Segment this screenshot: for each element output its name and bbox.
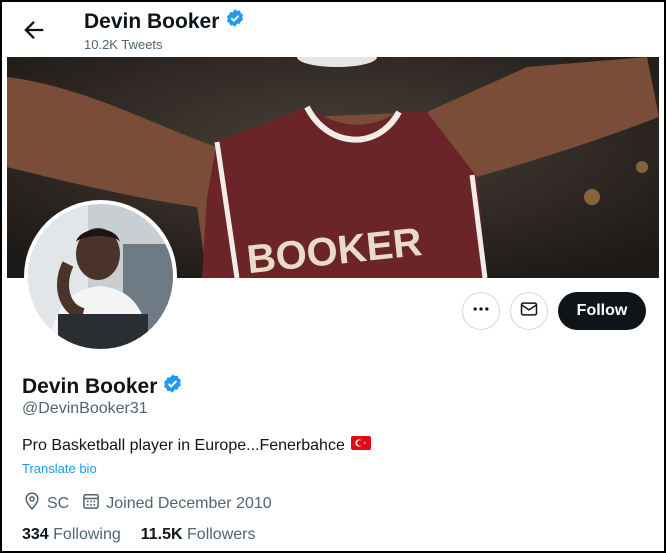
verified-badge-icon xyxy=(225,8,245,35)
profile-name: Devin Booker xyxy=(22,373,183,400)
location-text: SC xyxy=(47,494,70,512)
more-button[interactable] xyxy=(462,292,500,330)
envelope-icon xyxy=(519,299,539,324)
calendar-icon xyxy=(81,491,101,516)
turkey-flag-icon xyxy=(350,436,371,455)
followers-label: Followers xyxy=(187,526,256,543)
profile-header-bar: Devin Booker 10.2K Tweets xyxy=(2,2,664,57)
following-count: 334 xyxy=(22,526,49,543)
translate-bio-link[interactable]: Translate bio xyxy=(22,461,97,476)
avatar[interactable] xyxy=(28,204,173,349)
avatar-border xyxy=(24,200,177,353)
bio-text: Pro Basketball player in Europe...Fenerb… xyxy=(22,436,345,454)
profile-handle: @DevinBooker31 xyxy=(22,400,148,417)
following-link[interactable]: 334 Following xyxy=(22,526,121,544)
profile-bio: Pro Basketball player in Europe...Fenerb… xyxy=(22,436,371,455)
follow-button[interactable]: Follow xyxy=(558,292,646,330)
profile-name-text: Devin Booker xyxy=(22,374,158,398)
header-name: Devin Booker xyxy=(84,9,220,33)
followers-link[interactable]: 11.5K Followers xyxy=(141,526,256,544)
location-pin-icon xyxy=(22,491,42,516)
followers-count: 11.5K xyxy=(140,526,183,543)
follow-stats: 334 Following 11.5K Followers xyxy=(22,526,255,544)
header-title: Devin Booker xyxy=(84,8,245,35)
profile-frame: Devin Booker 10.2K Tweets BOOKER Follow … xyxy=(0,0,666,553)
joined-text: Joined December 2010 xyxy=(106,494,272,512)
more-horizontal-icon xyxy=(471,299,491,324)
following-label: Following xyxy=(53,526,121,543)
verified-badge-icon xyxy=(162,373,183,400)
message-button[interactable] xyxy=(510,292,548,330)
joined-date: Joined December 2010 xyxy=(81,491,272,516)
arrow-left-icon[interactable] xyxy=(20,16,48,44)
location: SC xyxy=(22,491,69,516)
tweet-count: 10.2K Tweets xyxy=(84,37,163,52)
profile-meta: SC Joined December 2010 xyxy=(22,491,284,516)
